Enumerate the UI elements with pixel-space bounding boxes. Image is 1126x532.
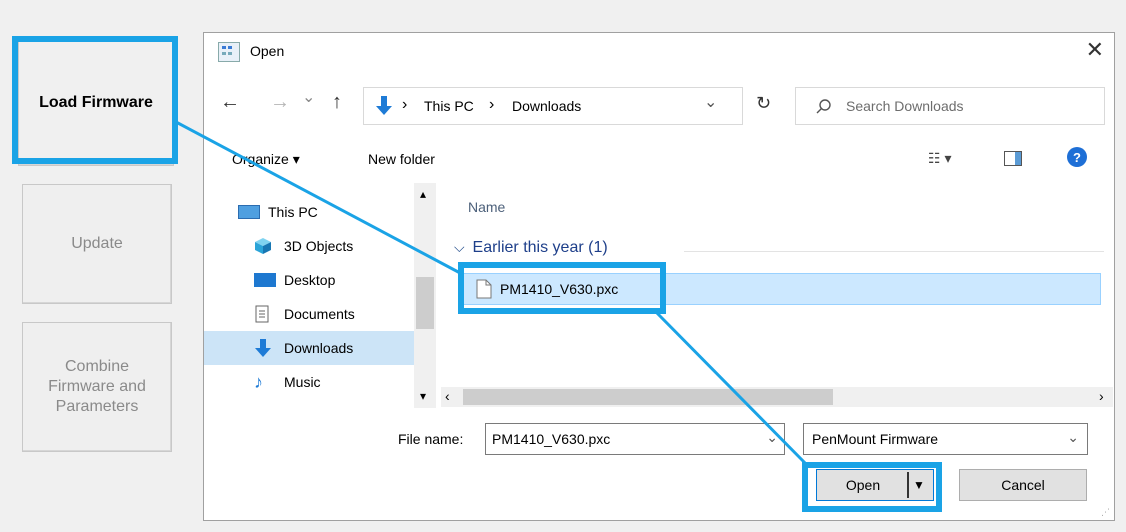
callout-connector-lines — [175, 120, 810, 468]
